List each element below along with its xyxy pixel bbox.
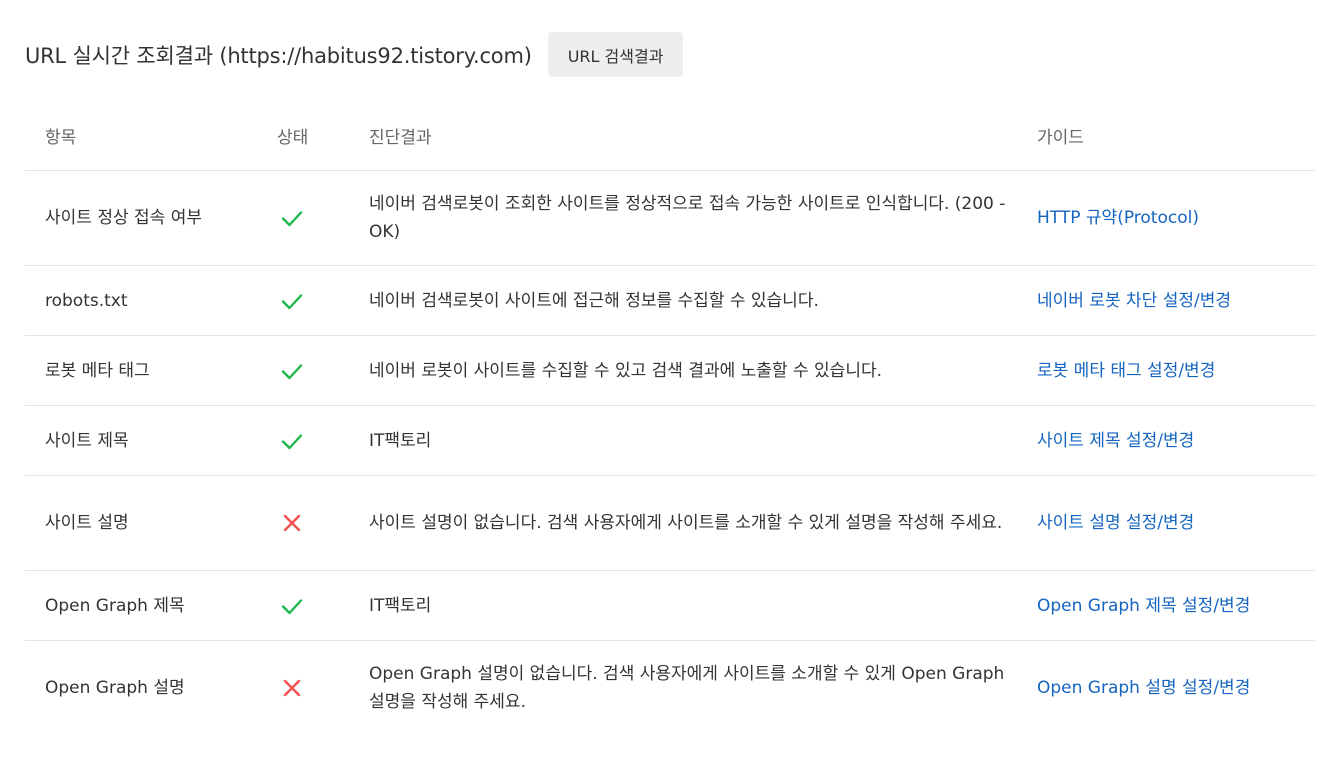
row-status [277, 265, 369, 336]
row-item: Open Graph 제목 [25, 570, 277, 641]
table-header-row: 항목 상태 진단결과 가이드 [25, 100, 1315, 171]
table-row-robot-meta-tag: 로봇 메타 태그 네이버 로봇이 사이트를 수집할 수 있고 검색 결과에 노출… [25, 335, 1315, 406]
guide-link-http-protocol[interactable]: HTTP 규약(Protocol) [1037, 208, 1199, 228]
row-item: robots.txt [25, 265, 277, 336]
row-guide: Open Graph 설명 설정/변경 [1037, 641, 1315, 736]
row-status [277, 641, 369, 736]
row-status [277, 170, 369, 266]
guide-link-og-description[interactable]: Open Graph 설명 설정/변경 [1037, 678, 1250, 698]
row-status [277, 335, 369, 406]
row-result: 사이트 설명이 없습니다. 검색 사용자에게 사이트를 소개할 수 있게 설명을… [369, 475, 1037, 571]
row-result: IT팩토리 [369, 405, 1037, 476]
check-icon [279, 288, 305, 314]
row-guide: HTTP 규약(Protocol) [1037, 170, 1315, 266]
row-item: 사이트 정상 접속 여부 [25, 170, 277, 266]
row-item: 사이트 제목 [25, 405, 277, 476]
guide-link-og-title[interactable]: Open Graph 제목 설정/변경 [1037, 596, 1250, 616]
table-row-og-description: Open Graph 설명 Open Graph 설명이 없습니다. 검색 사용… [25, 641, 1315, 736]
row-guide: 로봇 메타 태그 설정/변경 [1037, 335, 1315, 406]
column-header-result: 진단결과 [369, 100, 1037, 171]
row-guide: 사이트 제목 설정/변경 [1037, 405, 1315, 476]
row-item: 로봇 메타 태그 [25, 335, 277, 406]
url-search-results-button[interactable]: URL 검색결과 [547, 32, 684, 77]
page-title: URL 실시간 조회결과 (https://habitus92.tistory.… [25, 43, 532, 68]
table-row-og-title: Open Graph 제목 IT팩토리 Open Graph 제목 설정/변경 [25, 570, 1315, 641]
row-result: 네이버 검색로봇이 사이트에 접근해 정보를 수집할 수 있습니다. [369, 265, 1037, 336]
diagnosis-table: 항목 상태 진단결과 가이드 사이트 정상 접속 여부 네이버 검색로봇이 조회… [25, 100, 1315, 736]
column-header-guide: 가이드 [1037, 100, 1315, 171]
close-icon [279, 510, 305, 536]
guide-link-robot-meta-tag[interactable]: 로봇 메타 태그 설정/변경 [1037, 361, 1215, 381]
page-header: URL 실시간 조회결과 (https://habitus92.tistory.… [25, 32, 684, 77]
row-item: 사이트 설명 [25, 475, 277, 571]
row-item: Open Graph 설명 [45, 678, 185, 699]
guide-link-site-title[interactable]: 사이트 제목 설정/변경 [1037, 431, 1194, 451]
check-icon [279, 205, 305, 231]
row-result: 네이버 검색로봇이 조회한 사이트를 정상적으로 접속 가능한 사이트로 인식합… [369, 170, 1037, 266]
guide-link-robot-block[interactable]: 네이버 로봇 차단 설정/변경 [1037, 291, 1231, 311]
column-header-item: 항목 [25, 100, 277, 171]
table-row-site-description: 사이트 설명 사이트 설명이 없습니다. 검색 사용자에게 사이트를 소개할 수… [25, 475, 1315, 571]
check-icon [279, 358, 305, 384]
row-result: 네이버 로봇이 사이트를 수집할 수 있고 검색 결과에 노출할 수 있습니다. [369, 335, 1037, 406]
row-guide: 사이트 설명 설정/변경 [1037, 475, 1315, 571]
row-status [277, 405, 369, 476]
row-result: IT팩토리 [369, 570, 1037, 641]
row-guide: 네이버 로봇 차단 설정/변경 [1037, 265, 1315, 336]
check-icon [279, 593, 305, 619]
row-guide: Open Graph 제목 설정/변경 [1037, 570, 1315, 641]
column-header-status: 상태 [277, 100, 369, 171]
row-status [277, 475, 369, 571]
table-row-site-access: 사이트 정상 접속 여부 네이버 검색로봇이 조회한 사이트를 정상적으로 접속… [25, 170, 1315, 266]
row-result: Open Graph 설명이 없습니다. 검색 사용자에게 사이트를 소개할 수… [369, 664, 1005, 713]
table-row-robots-txt: robots.txt 네이버 검색로봇이 사이트에 접근해 정보를 수집할 수 … [25, 265, 1315, 336]
row-status [277, 570, 369, 641]
close-icon [279, 675, 305, 701]
check-icon [279, 428, 305, 454]
table-row-site-title: 사이트 제목 IT팩토리 사이트 제목 설정/변경 [25, 405, 1315, 476]
guide-link-site-description[interactable]: 사이트 설명 설정/변경 [1037, 513, 1194, 533]
